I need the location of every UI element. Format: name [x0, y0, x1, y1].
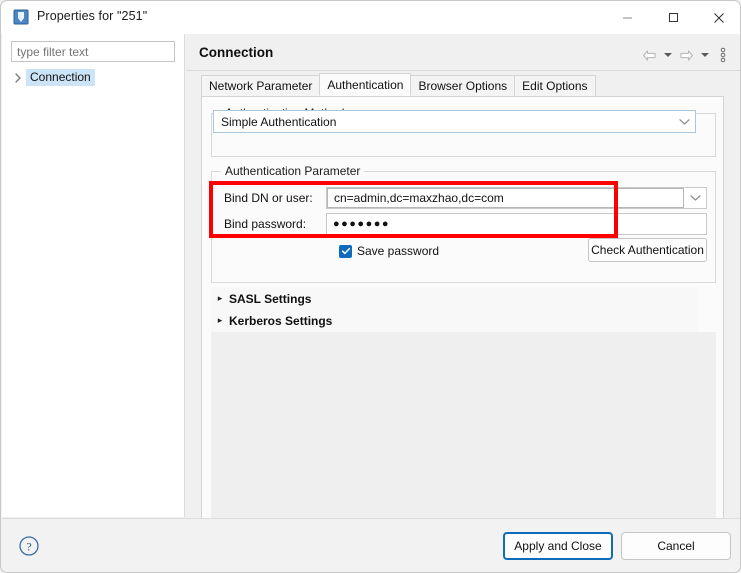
minimize-button[interactable] — [604, 1, 650, 34]
properties-dialog: Properties for "251" type filter text Co… — [0, 0, 741, 573]
forward-arrow-icon[interactable] — [676, 46, 696, 64]
tab-edit-options[interactable]: Edit Options — [514, 75, 596, 96]
authentication-parameter-group-title: Authentication Parameter — [221, 164, 365, 178]
page-nav-toolbar — [639, 46, 733, 64]
kerberos-settings-expander[interactable]: ▸ Kerberos Settings — [211, 309, 698, 332]
back-history-chevron-down-icon[interactable] — [661, 46, 674, 64]
authentication-parameter-group: Authentication Parameter Bind DN or user… — [211, 164, 716, 283]
checkbox-checked-icon[interactable] — [339, 244, 352, 258]
bind-password-input[interactable]: ●●●●●●● — [326, 213, 707, 235]
view-menu-icon[interactable] — [713, 46, 733, 64]
authentication-tab-panel: Authentication Method Simple Authenticat… — [201, 96, 724, 539]
bind-dn-input[interactable]: cn=admin,dc=maxzhao,dc=com — [327, 188, 684, 208]
properties-app-icon — [13, 9, 29, 25]
authentication-method-select[interactable]: Simple Authentication — [213, 110, 696, 133]
close-icon — [714, 12, 724, 23]
empty-content-area — [211, 332, 716, 527]
apply-and-close-button[interactable]: Apply and Close — [503, 532, 613, 560]
sasl-settings-expander[interactable]: ▸ SASL Settings — [211, 287, 698, 310]
authentication-method-value: Simple Authentication — [221, 114, 337, 129]
forward-history-chevron-down-icon[interactable] — [698, 46, 711, 64]
save-password-label: Save password — [357, 244, 440, 258]
maximize-icon — [668, 13, 678, 22]
title-bar: Properties for "251" — [1, 1, 740, 34]
back-arrow-icon[interactable] — [639, 46, 659, 64]
window-title: Properties for "251" — [37, 9, 148, 23]
bind-dn-chevron-down-icon[interactable] — [684, 194, 706, 202]
sidebar-item-connection[interactable]: Connection — [2, 68, 185, 87]
settings-tree-pane: Connection — [2, 34, 185, 517]
tab-network-parameter[interactable]: Network Parameter — [201, 75, 321, 96]
expand-triangle-icon[interactable]: ▸ — [211, 293, 229, 304]
cancel-label: Cancel — [657, 539, 695, 553]
filter-input[interactable] — [11, 41, 175, 62]
close-button[interactable] — [696, 1, 740, 34]
bind-dn-value: cn=admin,dc=maxzhao,dc=com — [334, 191, 504, 205]
settings-tree: Connection — [2, 68, 185, 87]
apply-and-close-label: Apply and Close — [514, 539, 602, 553]
expand-triangle-icon[interactable]: ▸ — [211, 315, 229, 326]
bind-dn-label: Bind DN or user: — [224, 191, 313, 205]
tab-browser-options[interactable]: Browser Options — [410, 75, 516, 96]
help-question-icon[interactable]: ? — [18, 535, 40, 557]
settings-content-pane: Connection Network Parameter Authenticat… — [186, 34, 740, 539]
tab-authentication[interactable]: Authentication — [319, 73, 412, 96]
sasl-settings-label: SASL Settings — [229, 291, 312, 306]
dialog-footer: ? Apply and Close Cancel — [2, 518, 740, 572]
expand-chevron-icon[interactable] — [10, 72, 26, 83]
header-divider — [186, 70, 740, 71]
bind-password-masked-value: ●●●●●●● — [333, 217, 391, 230]
check-authentication-button[interactable]: Check Authentication — [588, 238, 707, 262]
save-password-checkbox[interactable]: Save password — [339, 244, 439, 258]
page-title: Connection — [199, 45, 274, 60]
bind-password-label: Bind password: — [224, 217, 307, 231]
minimize-icon — [622, 17, 632, 19]
cancel-button[interactable]: Cancel — [621, 532, 731, 560]
maximize-button[interactable] — [650, 1, 696, 34]
kerberos-settings-label: Kerberos Settings — [229, 313, 333, 328]
chevron-down-icon[interactable] — [673, 118, 695, 126]
sidebar-item-label: Connection — [26, 69, 95, 86]
svg-text:?: ? — [26, 540, 31, 554]
check-authentication-label: Check Authentication — [591, 243, 704, 257]
tab-bar: Network Parameter Authentication Browser… — [201, 73, 596, 96]
